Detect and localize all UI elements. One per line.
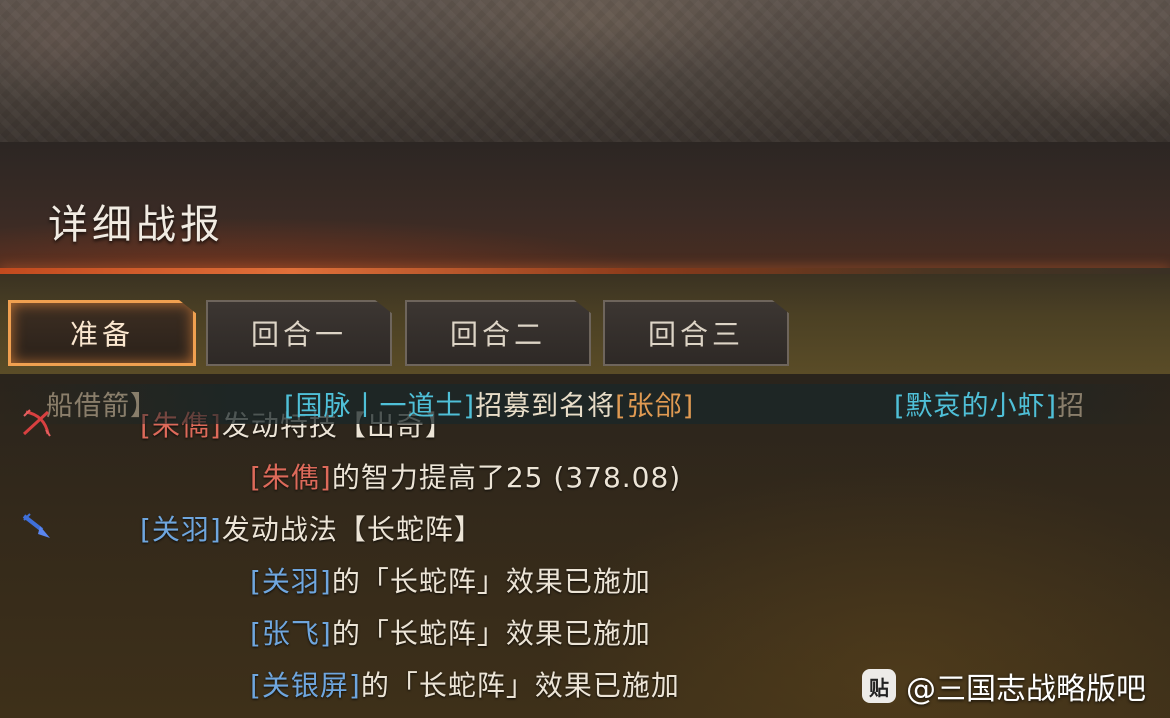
ticker-text: 招 bbox=[1057, 391, 1086, 422]
log-text: 的智力提高了25 (378.08) bbox=[331, 461, 682, 494]
log-text: 的「长蛇阵」效果已施加 bbox=[331, 565, 651, 598]
log-line-6: [关银屏]的「长蛇阵」效果已施加 bbox=[250, 664, 680, 704]
tieba-logo-icon: 贴 bbox=[862, 669, 896, 703]
tab-round-three[interactable]: 回合三 bbox=[603, 300, 789, 366]
ticker-message-2: [默哀的小虾]招 bbox=[894, 384, 1085, 423]
watermark: 贴 @三国志战略版吧 bbox=[862, 664, 1146, 708]
blue-spear-icon bbox=[22, 513, 50, 538]
ticker-text: 招募到名将 bbox=[475, 391, 616, 422]
tab-round-two[interactable]: 回合二 bbox=[405, 300, 591, 366]
log-text: 发动战法【长蛇阵】 bbox=[221, 513, 483, 546]
ticker-left-fragment: 船借箭】 bbox=[46, 391, 158, 422]
log-line-4: [关羽]的「长蛇阵」效果已施加 bbox=[250, 560, 651, 600]
ticker-player-name: [默哀的小虾] bbox=[894, 391, 1058, 422]
log-line-2: [朱儁]的智力提高了25 (378.08) bbox=[250, 456, 681, 496]
ticker-player-name: [国脉丨一道士] bbox=[284, 391, 476, 422]
crossed-bow-icon bbox=[22, 409, 51, 437]
tab-prepare[interactable]: 准备 bbox=[8, 300, 196, 366]
log-actor: [关羽] bbox=[250, 565, 332, 598]
ticker-general-name: [张郃] bbox=[615, 391, 695, 422]
log-actor: [关羽] bbox=[140, 513, 222, 546]
log-actor: [关银屏] bbox=[250, 669, 361, 702]
log-actor: [张飞] bbox=[250, 617, 332, 650]
ticker-message-1: [国脉丨一道士]招募到名将[张郃] bbox=[284, 384, 694, 423]
log-actor: [朱儁] bbox=[250, 461, 332, 494]
log-text: 的「长蛇阵」效果已施加 bbox=[360, 669, 680, 702]
top-background bbox=[0, 0, 1170, 142]
log-line-5: [张飞]的「长蛇阵」效果已施加 bbox=[250, 612, 651, 652]
log-line-3: [关羽]发动战法【长蛇阵】 bbox=[140, 508, 483, 548]
page-title: 详细战报 bbox=[48, 202, 224, 248]
log-text: 的「长蛇阵」效果已施加 bbox=[331, 617, 651, 650]
tab-round-one[interactable]: 回合一 bbox=[206, 300, 392, 366]
watermark-text: @三国志战略版吧 bbox=[906, 672, 1146, 707]
